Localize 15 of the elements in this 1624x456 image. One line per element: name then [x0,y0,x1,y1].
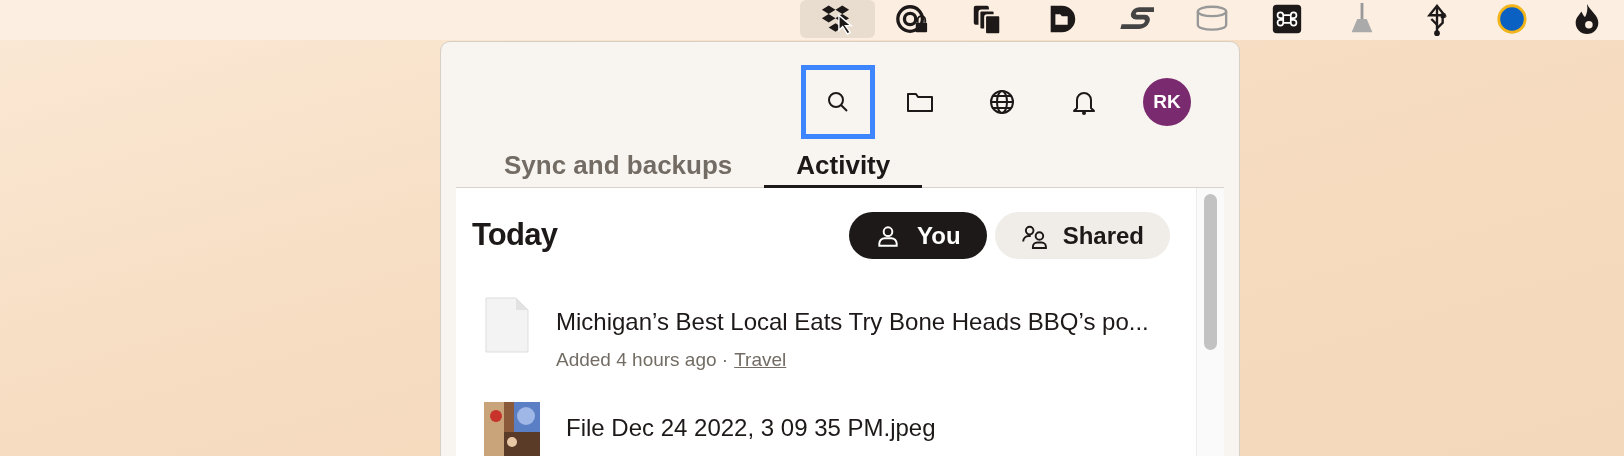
scrollbar[interactable] [1204,193,1217,350]
activity-meta: Added 4 hours ago · [556,347,729,372]
at-lock-icon [895,2,930,36]
circle-icon [1494,2,1529,36]
filter-chip[interactable]: You [849,212,987,259]
avatar[interactable]: RK [1143,77,1191,126]
menubar-item[interactable] [800,0,875,38]
file-name[interactable]: File Dec 24 2022, 3 09 35 PM.jpeg [566,410,936,446]
search-button[interactable] [801,64,875,139]
document-icon [484,295,530,354]
folder-link[interactable]: Travel [734,345,787,374]
tab[interactable]: Sync and backups [472,151,765,188]
file-name[interactable]: Michigan’s Best Local Eats Try Bone Heads BBQ’s po... [556,303,1149,340]
filter-chip[interactable]: Shared [994,212,1170,259]
section-title: Today [472,216,558,255]
